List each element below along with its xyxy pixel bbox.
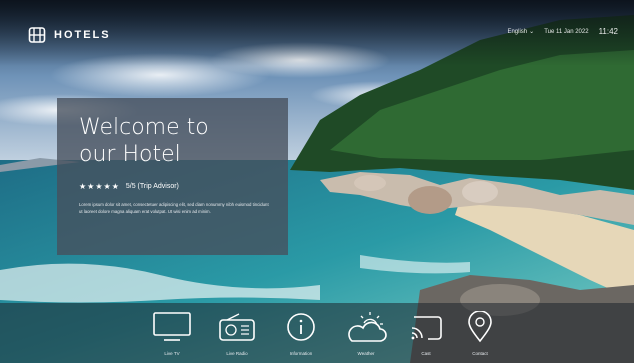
dock-label-cast: Cast (421, 351, 431, 356)
dock-label-information: Information (289, 351, 313, 356)
welcome-title: Welcome to our Hotel (79, 114, 279, 168)
rating-row: ★★★★★ 5/5 (Trip Advisor) (79, 182, 179, 191)
brand-name: HOTELS (54, 29, 111, 41)
time-display: 11:42 (598, 27, 618, 36)
date-display: Tue 11 Jan 2022 (544, 28, 589, 35)
language-label: English (507, 28, 528, 35)
dock-item-live-tv[interactable]: Live TV (142, 311, 202, 356)
dock-item-weather[interactable]: Weather (336, 311, 396, 356)
chevron-down-icon: ⌄ (529, 29, 535, 35)
status-area: English ⌄ Tue 11 Jan 2022 11:42 (507, 27, 618, 36)
tv-icon (153, 312, 191, 341)
weather-icon (348, 312, 387, 342)
dock-label-live-radio: Live Radio (226, 351, 248, 356)
language-selector[interactable]: English ⌄ (507, 28, 535, 36)
welcome-title-line1: Welcome to (79, 115, 209, 140)
hotel-logo[interactable]: HOTELS (28, 26, 111, 44)
dock-item-live-radio[interactable]: Live Radio (207, 311, 267, 356)
rating-text: 5/5 (Trip Advisor) (125, 183, 179, 190)
bottom-dock: Live TV Live Radio Information Weather C… (0, 303, 634, 363)
welcome-panel: Welcome to our Hotel ★★★★★ 5/5 (Trip Adv… (57, 98, 288, 255)
dock-label-weather: Weather (357, 351, 375, 356)
dock-item-cast[interactable]: Cast (396, 311, 456, 356)
hotel-logo-icon (28, 27, 46, 43)
dock-item-information[interactable]: Information (271, 311, 331, 356)
dock-label-contact: Contact (472, 351, 488, 356)
welcome-description: Lorem ipsum dolor sit amet, consectetuer… (79, 202, 269, 215)
top-bar: HOTELS English ⌄ Tue 11 Jan 2022 11:42 (0, 0, 634, 66)
info-icon (287, 313, 315, 341)
star-rating-icon: ★★★★★ (79, 182, 120, 191)
cast-icon (411, 316, 442, 340)
dock-label-live-tv: Live TV (164, 351, 180, 356)
radio-icon (219, 313, 255, 341)
location-pin-icon (468, 311, 492, 343)
welcome-title-line2: our Hotel (79, 142, 181, 167)
dock-item-contact[interactable]: Contact (450, 311, 510, 356)
